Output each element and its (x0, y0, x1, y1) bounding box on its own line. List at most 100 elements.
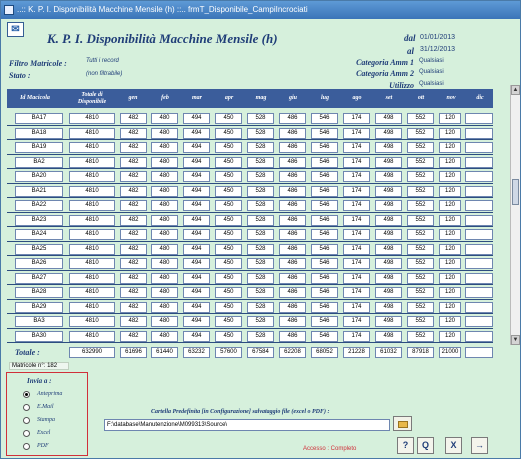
table-cell[interactable]: 552 (407, 330, 434, 342)
table-cell[interactable]: 4810 (69, 200, 115, 211)
table-cell[interactable]: 4810 (69, 316, 115, 327)
table-cell[interactable]: 4810 (69, 287, 115, 298)
table-cell[interactable]: 174 (343, 200, 370, 211)
scroll-down-icon[interactable]: ▼ (511, 335, 520, 345)
table-cell[interactable]: BA18 (15, 127, 63, 139)
table-cell[interactable]: 4810 (69, 156, 115, 168)
table-cell[interactable]: 494 (183, 200, 210, 211)
table-cell[interactable]: 552 (407, 243, 434, 255)
table-cell[interactable]: 480 (151, 243, 178, 255)
radio-button[interactable] (23, 429, 30, 437)
table-cell[interactable]: 552 (407, 214, 434, 226)
table-cell[interactable]: 528 (247, 200, 274, 211)
radio-button[interactable] (23, 442, 30, 450)
table-cell[interactable]: 552 (407, 156, 434, 168)
table-cell[interactable]: 120 (439, 171, 461, 182)
table-cell[interactable]: 174 (343, 142, 370, 153)
table-cell[interactable] (465, 229, 493, 240)
table-cell[interactable]: 546 (311, 258, 338, 269)
table-cell[interactable]: 498 (375, 287, 402, 298)
table-cell[interactable]: 486 (279, 243, 306, 255)
table-cell[interactable]: 120 (439, 301, 461, 313)
table-cell[interactable]: 480 (151, 142, 178, 153)
table-cell[interactable]: 450 (215, 200, 242, 211)
invia-option[interactable]: Excel (23, 428, 50, 438)
table-cell[interactable]: 486 (279, 142, 306, 153)
table-cell[interactable]: 174 (343, 258, 370, 269)
table-cell[interactable]: 450 (215, 301, 242, 313)
table-cell[interactable]: 494 (183, 185, 210, 197)
table-cell[interactable]: 4810 (69, 142, 115, 153)
table-cell[interactable]: 480 (151, 287, 178, 298)
table-cell[interactable]: 498 (375, 243, 402, 255)
table-cell[interactable]: 450 (215, 316, 242, 327)
table-cell[interactable]: 174 (343, 156, 370, 168)
table-cell[interactable]: 528 (247, 316, 274, 327)
table-cell[interactable]: 174 (343, 301, 370, 313)
table-cell[interactable]: 480 (151, 214, 178, 226)
table-cell[interactable]: 552 (407, 301, 434, 313)
table-cell[interactable]: 4810 (69, 243, 115, 255)
table-cell[interactable]: BA27 (15, 272, 63, 284)
table-cell[interactable]: BA17 (15, 113, 63, 124)
table-cell[interactable]: BA28 (15, 287, 63, 298)
table-cell[interactable]: BA30 (15, 330, 63, 342)
table-cell[interactable]: 546 (311, 214, 338, 226)
table-cell[interactable]: 174 (343, 127, 370, 139)
invia-option[interactable]: Anteprima (23, 389, 62, 399)
exit-button[interactable]: → (471, 437, 488, 454)
table-cell[interactable]: 486 (279, 316, 306, 327)
table-cell[interactable]: 498 (375, 214, 402, 226)
table-cell[interactable]: 498 (375, 113, 402, 124)
table-cell[interactable]: 498 (375, 316, 402, 327)
table-cell[interactable] (465, 287, 493, 298)
table-cell[interactable]: 120 (439, 272, 461, 284)
table-cell[interactable] (465, 214, 493, 226)
table-cell[interactable]: 120 (439, 243, 461, 255)
table-cell[interactable] (465, 301, 493, 313)
table-cell[interactable]: 498 (375, 229, 402, 240)
table-cell[interactable]: 552 (407, 258, 434, 269)
table-cell[interactable]: BA19 (15, 142, 63, 153)
table-cell[interactable]: BA26 (15, 258, 63, 269)
table-cell[interactable]: 528 (247, 127, 274, 139)
table-cell[interactable]: 4810 (69, 185, 115, 197)
table-cell[interactable]: 174 (343, 229, 370, 240)
table-cell[interactable]: 450 (215, 171, 242, 182)
table-cell[interactable]: BA24 (15, 229, 63, 240)
table-cell[interactable]: 482 (120, 272, 147, 284)
table-cell[interactable]: 450 (215, 229, 242, 240)
preview-button[interactable]: Q (417, 437, 434, 454)
table-cell[interactable]: 552 (407, 287, 434, 298)
table-cell[interactable]: 120 (439, 113, 461, 124)
table-cell[interactable]: 546 (311, 330, 338, 342)
table-cell[interactable]: 174 (343, 316, 370, 327)
table-cell[interactable]: 528 (247, 142, 274, 153)
table-cell[interactable]: 498 (375, 272, 402, 284)
table-cell[interactable]: 450 (215, 287, 242, 298)
table-cell[interactable]: 120 (439, 229, 461, 240)
table-cell[interactable]: 552 (407, 316, 434, 327)
table-cell[interactable]: 546 (311, 316, 338, 327)
table-cell[interactable]: 546 (311, 185, 338, 197)
table-cell[interactable]: 174 (343, 243, 370, 255)
table-cell[interactable]: 546 (311, 142, 338, 153)
table-cell[interactable]: BA20 (15, 171, 63, 182)
scroll-up-icon[interactable]: ▲ (511, 85, 520, 95)
table-cell[interactable]: 120 (439, 156, 461, 168)
table-cell[interactable]: 546 (311, 287, 338, 298)
table-cell[interactable]: 552 (407, 200, 434, 211)
table-cell[interactable]: 174 (343, 113, 370, 124)
table-cell[interactable]: 486 (279, 127, 306, 139)
table-cell[interactable]: 528 (247, 301, 274, 313)
help-button[interactable]: ? (397, 437, 414, 454)
table-cell[interactable]: 482 (120, 229, 147, 240)
table-cell[interactable]: 120 (439, 330, 461, 342)
path-input[interactable]: F:\database\Manutenzione\M099313\Source\ (104, 419, 390, 431)
table-cell[interactable]: 498 (375, 142, 402, 153)
table-cell[interactable] (465, 142, 493, 153)
table-cell[interactable]: 494 (183, 113, 210, 124)
table-cell[interactable]: 486 (279, 301, 306, 313)
table-cell[interactable]: 450 (215, 142, 242, 153)
table-cell[interactable]: 480 (151, 127, 178, 139)
